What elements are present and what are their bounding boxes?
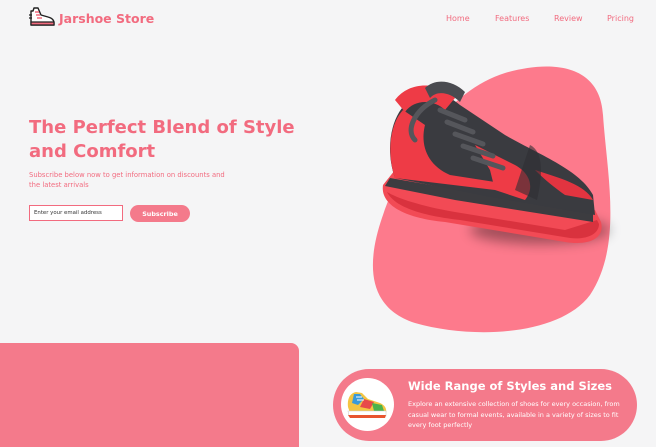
nav-link-review[interactable]: Review [554,14,583,23]
pink-panel [0,343,299,447]
hero-title: The Perfect Blend of Style and Comfort [29,117,295,162]
colorful-sneaker-image [347,392,387,418]
email-input[interactable] [29,205,123,221]
hero-subtitle: Subscribe below now to get information o… [29,171,225,189]
nav-links: Home Features Review Pricing [0,14,656,26]
red-black-sneaker-image [382,81,610,244]
nav-link-pricing[interactable]: Pricing [607,14,634,23]
top-nav: Jarshoe Store Home Features Review Prici… [0,0,656,40]
feature-description: Explore an extensive collection of shoes… [408,400,620,429]
nav-link-home[interactable]: Home [446,14,470,23]
feature-title: Wide Range of Styles and Sizes [408,379,613,393]
nav-link-features[interactable]: Features [495,14,529,23]
subscribe-button[interactable]: Subscribe [130,205,190,222]
